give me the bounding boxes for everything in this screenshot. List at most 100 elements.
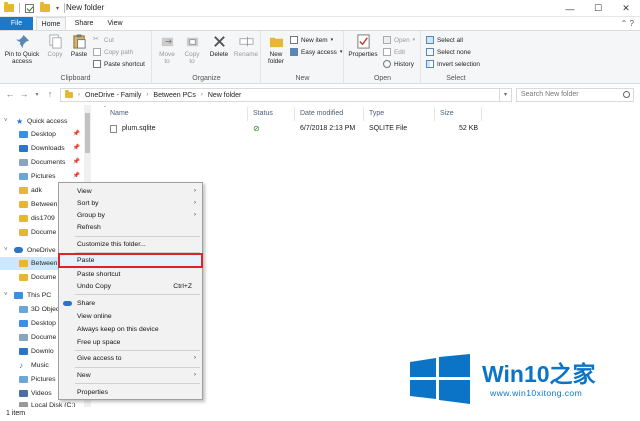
menu-item-new[interactable]: New › <box>59 369 202 382</box>
column-header-status[interactable]: Status <box>249 107 295 121</box>
maximize-button[interactable]: ☐ <box>584 0 612 17</box>
menu-item-undo-copy[interactable]: Undo Copy Ctrl+Z <box>59 280 202 293</box>
column-header-size[interactable]: Size <box>436 107 482 121</box>
folder-icon <box>19 274 28 281</box>
paste-shortcut-button[interactable]: Paste shortcut <box>93 60 145 68</box>
tab-view[interactable]: View <box>103 17 127 30</box>
edit-button[interactable]: Edit <box>383 48 405 56</box>
menu-item-customize-folder[interactable]: Customize this folder... <box>59 238 202 251</box>
new-item-label: New item <box>301 36 328 44</box>
select-none-button[interactable]: Select none <box>426 48 471 56</box>
copy-path-button[interactable]: Copy path <box>93 48 133 56</box>
edit-label: Edit <box>394 48 406 56</box>
downloads-icon <box>19 145 28 152</box>
nav-item-label: Music <box>31 362 49 369</box>
menu-item-paste[interactable]: Paste <box>58 253 203 268</box>
easy-access-button[interactable]: Easy access ▾ <box>290 48 342 56</box>
minimize-button[interactable]: — <box>556 0 584 17</box>
menu-item-view-online[interactable]: View online <box>59 310 202 323</box>
move-to-button[interactable]: Move to <box>156 34 178 65</box>
separator <box>19 3 20 13</box>
copy-button[interactable]: Copy <box>44 34 66 58</box>
window-title: New folder <box>66 3 105 12</box>
ribbon-toggle-icon[interactable]: ⌃ ? <box>621 19 634 28</box>
computer-icon <box>14 292 23 299</box>
tab-share[interactable]: Share <box>70 17 98 30</box>
pictures-icon <box>19 376 28 383</box>
select-all-button[interactable]: Select all <box>426 36 463 44</box>
paste-button[interactable]: Paste <box>67 34 91 58</box>
scrollbar-thumb[interactable] <box>85 113 90 153</box>
chevron-right-icon: › <box>200 92 203 98</box>
select-none-label: Select none <box>437 48 471 56</box>
invert-selection-button[interactable]: Invert selection <box>426 60 480 68</box>
tab-file[interactable]: File <box>0 17 33 30</box>
column-header-date[interactable]: Date modified <box>296 107 364 121</box>
new-folder-icon <box>269 37 283 48</box>
search-icon <box>623 91 630 98</box>
breadcrumb-between-pcs[interactable]: Between PCs <box>153 92 195 99</box>
nav-item-label: This PC <box>27 292 52 299</box>
nav-item-desktop[interactable]: Desktop 📌 <box>0 128 92 141</box>
select-group-label: Select <box>446 75 466 82</box>
address-dropdown-icon[interactable]: ▾ <box>500 88 512 102</box>
recent-locations-icon[interactable]: ▾ <box>31 91 43 98</box>
up-arrow-icon[interactable]: ↑ <box>44 89 56 99</box>
menu-item-give-access[interactable]: Give access to › <box>59 352 202 365</box>
table-row[interactable]: plum.sqlite ⊘ 6/7/2018 2:13 PM SQLITE Fi… <box>104 122 494 136</box>
nav-item-label: adk <box>31 187 42 194</box>
forward-arrow-icon[interactable]: → <box>18 89 30 99</box>
breadcrumb-new-folder[interactable]: New folder <box>208 92 241 99</box>
new-folder-button[interactable]: New folder <box>264 34 288 65</box>
close-button[interactable]: ✕ <box>612 0 640 17</box>
nav-item-label: Desktop <box>31 131 56 138</box>
copy-to-button[interactable]: Copy to <box>181 34 203 65</box>
nav-item-label: Quick access <box>27 118 68 125</box>
column-header-type[interactable]: Type <box>365 107 435 121</box>
easy-access-label: Easy access <box>301 48 337 56</box>
menu-label: New <box>77 372 91 379</box>
cut-button[interactable]: ✂ Cut <box>93 36 114 44</box>
menu-item-free-up-space[interactable]: Free up space <box>59 336 202 349</box>
customize-qat-icon[interactable]: ▾ <box>56 5 59 12</box>
shortcut-label: Ctrl+Z <box>173 283 192 290</box>
pin-to-quick-access-button[interactable]: Pin to Quick access <box>2 34 42 65</box>
menu-item-share[interactable]: Share <box>59 297 202 310</box>
paste-shortcut-icon <box>93 60 101 68</box>
menu-label: Paste <box>77 257 95 264</box>
menu-item-always-keep[interactable]: Always keep on this device <box>59 323 202 336</box>
open-button[interactable]: Open ▾ <box>383 36 415 44</box>
menu-separator <box>75 294 200 295</box>
back-arrow-icon[interactable]: ← <box>4 89 16 99</box>
search-placeholder: Search New folder <box>521 91 579 98</box>
edit-icon <box>383 48 391 56</box>
new-folder-icon[interactable] <box>40 2 50 12</box>
pin-label: Pin to Quick access <box>4 51 40 65</box>
menu-item-refresh[interactable]: Refresh <box>59 221 202 234</box>
nav-item-downloads[interactable]: Downloads 📌 <box>0 142 92 155</box>
new-item-button[interactable]: New item ▾ <box>290 36 333 44</box>
nav-item-quick-access[interactable]: ˅ ★ Quick access <box>0 115 92 128</box>
tab-home[interactable]: Home <box>36 17 66 30</box>
paste-label: Paste <box>70 51 88 58</box>
watermark-url: www.win10xitong.com <box>490 388 583 398</box>
delete-button[interactable]: Delete <box>207 34 231 58</box>
window-controls: — ☐ ✕ <box>556 0 640 17</box>
address-bar[interactable]: › OneDrive - Family › Between PCs › New … <box>60 88 500 102</box>
nav-item-local-disk[interactable]: Local Disk (C:) <box>0 399 92 407</box>
history-button[interactable]: History <box>383 60 414 68</box>
menu-label: View <box>77 188 92 195</box>
properties-button[interactable]: Properties <box>347 34 379 58</box>
rename-button[interactable]: Rename <box>233 34 259 58</box>
properties-check-icon[interactable] <box>25 3 34 13</box>
nav-item-documents[interactable]: Documents 📌 <box>0 156 92 169</box>
menu-separator <box>75 350 200 351</box>
nav-item-label: Docume <box>31 229 57 236</box>
breadcrumb-onedrive[interactable]: OneDrive - Family <box>85 92 141 99</box>
nav-item-label: Local Disk (C:) <box>31 402 76 407</box>
menu-item-properties[interactable]: Properties <box>59 386 202 399</box>
menu-separator <box>75 236 200 237</box>
column-header-name[interactable]: Name <box>106 107 248 121</box>
chevron-right-icon: › <box>146 92 149 98</box>
search-input[interactable]: Search New folder <box>516 88 634 102</box>
